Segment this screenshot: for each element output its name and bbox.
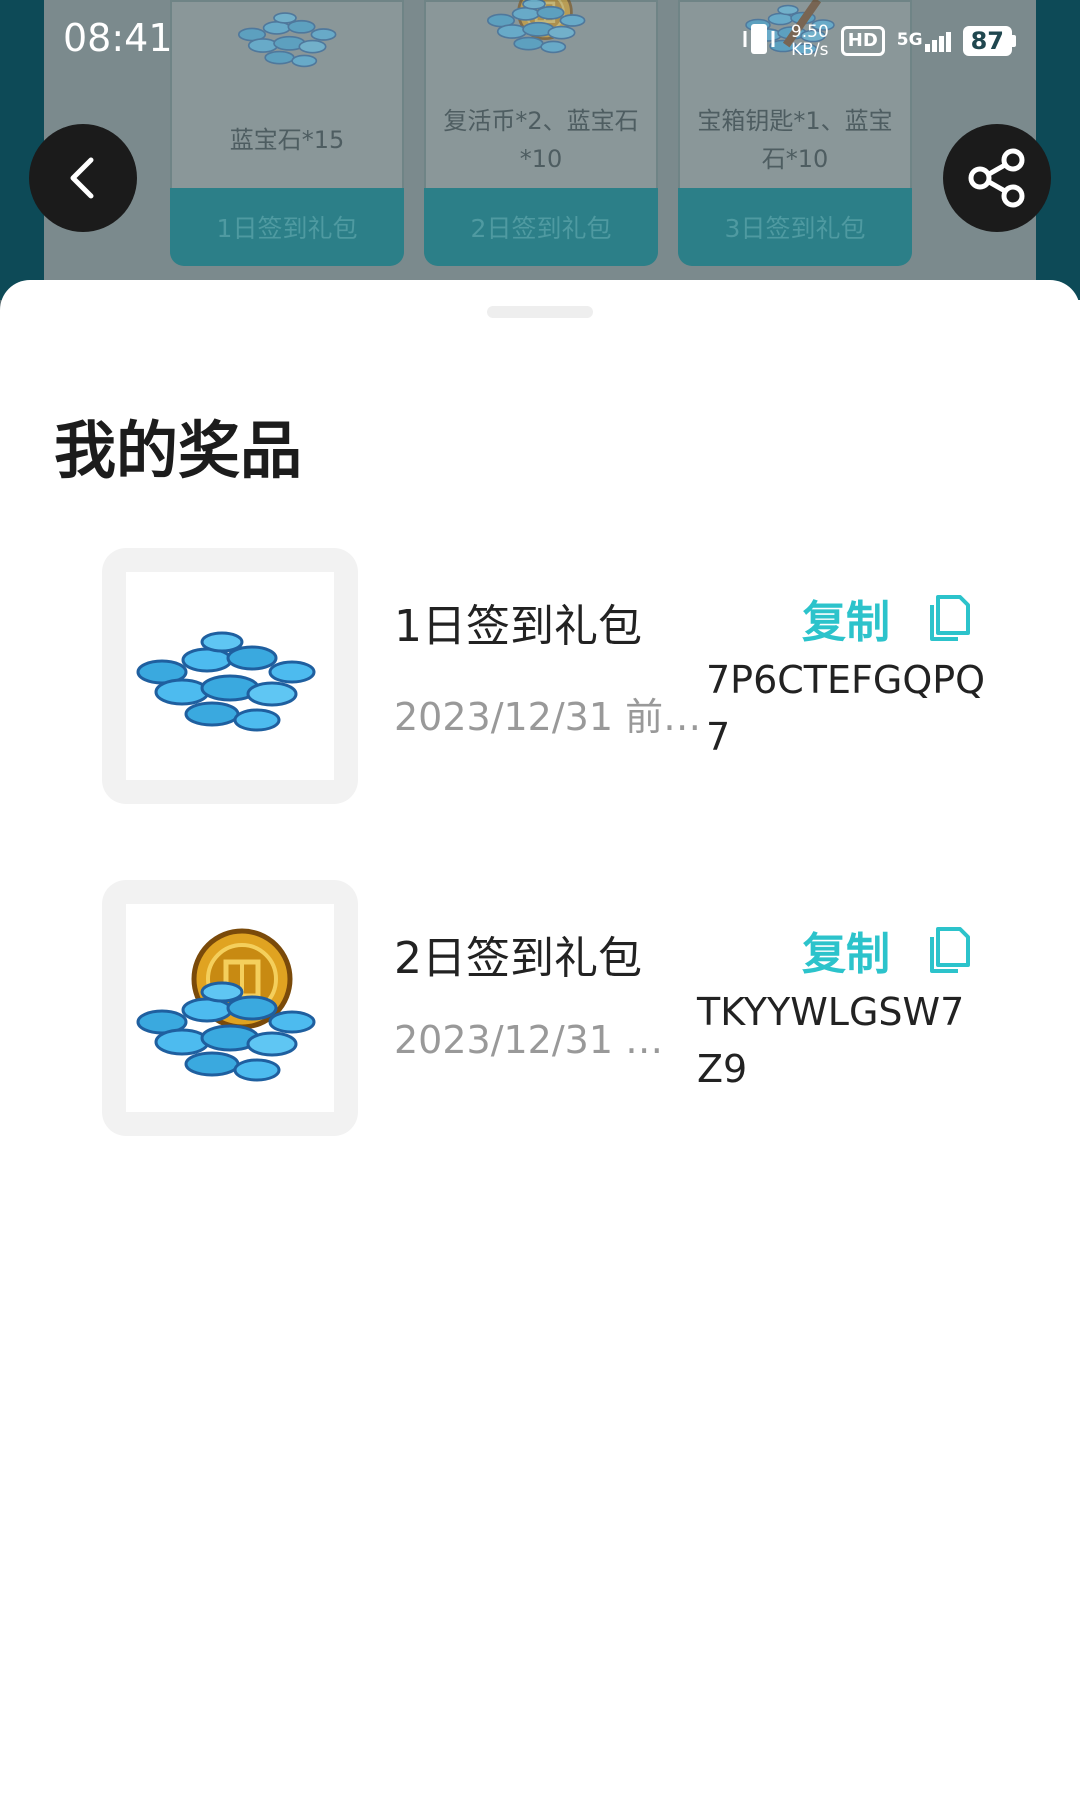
hd-icon: HD (840, 26, 885, 56)
gift-card-label: 3日签到礼包 (678, 188, 912, 266)
copy-label: 复制 (802, 929, 890, 980)
share-icon (968, 148, 1025, 208)
sapphire-pile-icon (136, 631, 316, 732)
gift-card-day2: 复活币*2、蓝宝石*10 2日签到礼包 (424, 0, 658, 266)
copy-icon (930, 595, 970, 641)
prize-code: TKYYWLGSW7Z9 (697, 990, 965, 1091)
gift-card-description: 蓝宝石*15 (229, 126, 345, 154)
background-page: 蓝宝石*15 1日签到礼包 复活币*2、蓝宝石*10 2日签到礼包 宝箱钥匙*1… (0, 0, 1080, 300)
signal-icon: 5G (897, 30, 951, 52)
prize-sheet: 我的奖品 1日签到礼包 2023/12/31 前… 复制 7P6CTEFGQPQ… (0, 280, 1080, 1810)
back-button[interactable] (29, 124, 137, 232)
gift-card-description: 宝箱钥匙*1、蓝宝石*10 (697, 107, 893, 173)
prize-date: 2023/12/31 … (394, 1018, 664, 1062)
gift-card-description: 复活币*2、蓝宝石*10 (443, 107, 639, 173)
network-speed: 9.50 KB/s (790, 22, 829, 60)
sapphire-pile-icon (170, 0, 404, 90)
prize-item: 2日签到礼包 2023/12/31 … 复制 TKYYWLGSW7Z9 (102, 880, 982, 1136)
gift-card-day1: 蓝宝石*15 1日签到礼包 (170, 0, 404, 266)
prize-item: 1日签到礼包 2023/12/31 前… 复制 7P6CTEFGQPQ7 (102, 548, 985, 804)
prize-code: 7P6CTEFGQPQ7 (706, 658, 986, 759)
sheet-grabber[interactable] (487, 306, 593, 318)
prize-name: 2日签到礼包 (394, 933, 642, 984)
chevron-left-icon (70, 157, 94, 199)
prize-name: 1日签到礼包 (394, 601, 642, 652)
vibrate-icon (739, 19, 779, 63)
copy-label: 复制 (802, 597, 890, 648)
copy-button[interactable]: 复制 (802, 918, 972, 982)
prize-date: 2023/12/31 前… (394, 695, 702, 739)
prize-thumbnail (102, 548, 358, 804)
status-icons: 9.50 KB/s HD 5G 87 (739, 18, 1016, 64)
gift-card-label: 1日签到礼包 (170, 188, 404, 266)
revive-coin-sapphire-icon (136, 904, 316, 1082)
copy-button[interactable]: 复制 (802, 586, 972, 650)
battery-icon: 87 (962, 26, 1016, 56)
gift-card-label: 2日签到礼包 (424, 188, 658, 266)
copy-icon (930, 927, 970, 973)
sheet-title: 我的奖品 (54, 414, 303, 487)
prize-thumbnail (102, 880, 358, 1136)
status-time: 08:41 (63, 16, 173, 60)
revive-coin-sapphire-icon (424, 0, 658, 90)
share-button[interactable] (943, 124, 1051, 232)
